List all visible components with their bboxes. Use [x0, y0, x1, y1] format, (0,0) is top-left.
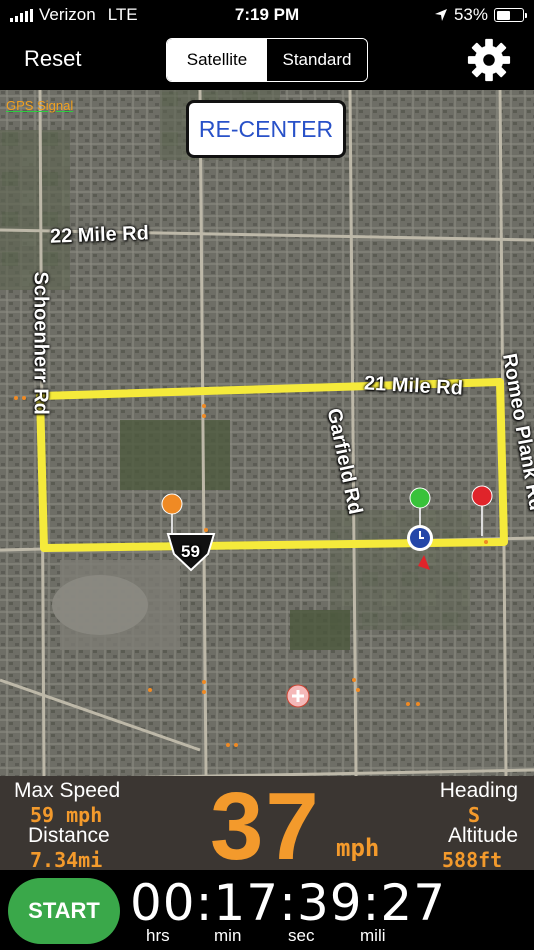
start-button[interactable]: START — [8, 878, 120, 944]
top-bar: Reset Satellite Standard — [0, 30, 534, 90]
timer-unit-mili: mili — [360, 926, 386, 945]
distance-value: 7.34mi — [30, 848, 103, 872]
battery-icon — [494, 8, 527, 22]
altitude-label: Altitude — [447, 824, 518, 847]
network-type: LTE — [107, 5, 138, 24]
road-label-22-mile: 22 Mile Rd — [49, 222, 150, 248]
heading-label: Heading — [439, 779, 518, 802]
signal-strength-icon — [10, 8, 33, 22]
elapsed-timer: 00:17:39:27 — [130, 874, 447, 932]
map-imagery — [0, 90, 534, 776]
timer-unit-hrs: hrs — [146, 926, 170, 945]
battery-fill — [496, 10, 510, 20]
satellite-map[interactable]: GPS Signal RE-CENTER 22 Mile Rd Schoenhe… — [0, 90, 534, 776]
timer-unit-min: min — [214, 926, 242, 945]
altitude-value: 588ft — [442, 848, 503, 872]
status-left: Verizon LTE — [10, 5, 138, 25]
current-speed: 37 — [210, 773, 321, 880]
road-label-schoenherr: Schoenherr Rd — [29, 271, 52, 415]
recenter-button[interactable]: RE-CENTER — [186, 100, 346, 158]
carrier-name: Verizon — [39, 5, 96, 24]
status-bar: Verizon LTE 7:19 PM 53% — [0, 0, 534, 30]
battery-percent: 53% — [453, 5, 488, 24]
map-mode-control: Satellite Standard — [166, 38, 368, 82]
timer-unit-sec: sec — [288, 926, 315, 945]
trip-stats-panel: Max Speed 59 mph Distance 7.34mi 37 mph … — [0, 773, 534, 880]
gps-signal-indicator: GPS Signal — [6, 98, 74, 113]
standard-mode-button[interactable]: Standard — [267, 39, 367, 81]
max-speed-label: Max Speed — [14, 779, 121, 802]
distance-label: Distance — [28, 824, 110, 847]
location-arrow-icon — [434, 9, 447, 21]
status-right: 53% — [434, 5, 527, 25]
reset-button[interactable]: Reset — [24, 46, 81, 72]
speed-unit: mph — [336, 834, 380, 862]
route-shield-number: 59 — [181, 542, 200, 561]
bottom-bar: START 00:17:39:27 hrs min sec mili — [0, 870, 534, 950]
satellite-mode-button[interactable]: Satellite — [167, 39, 267, 81]
gear-icon[interactable] — [466, 37, 512, 83]
